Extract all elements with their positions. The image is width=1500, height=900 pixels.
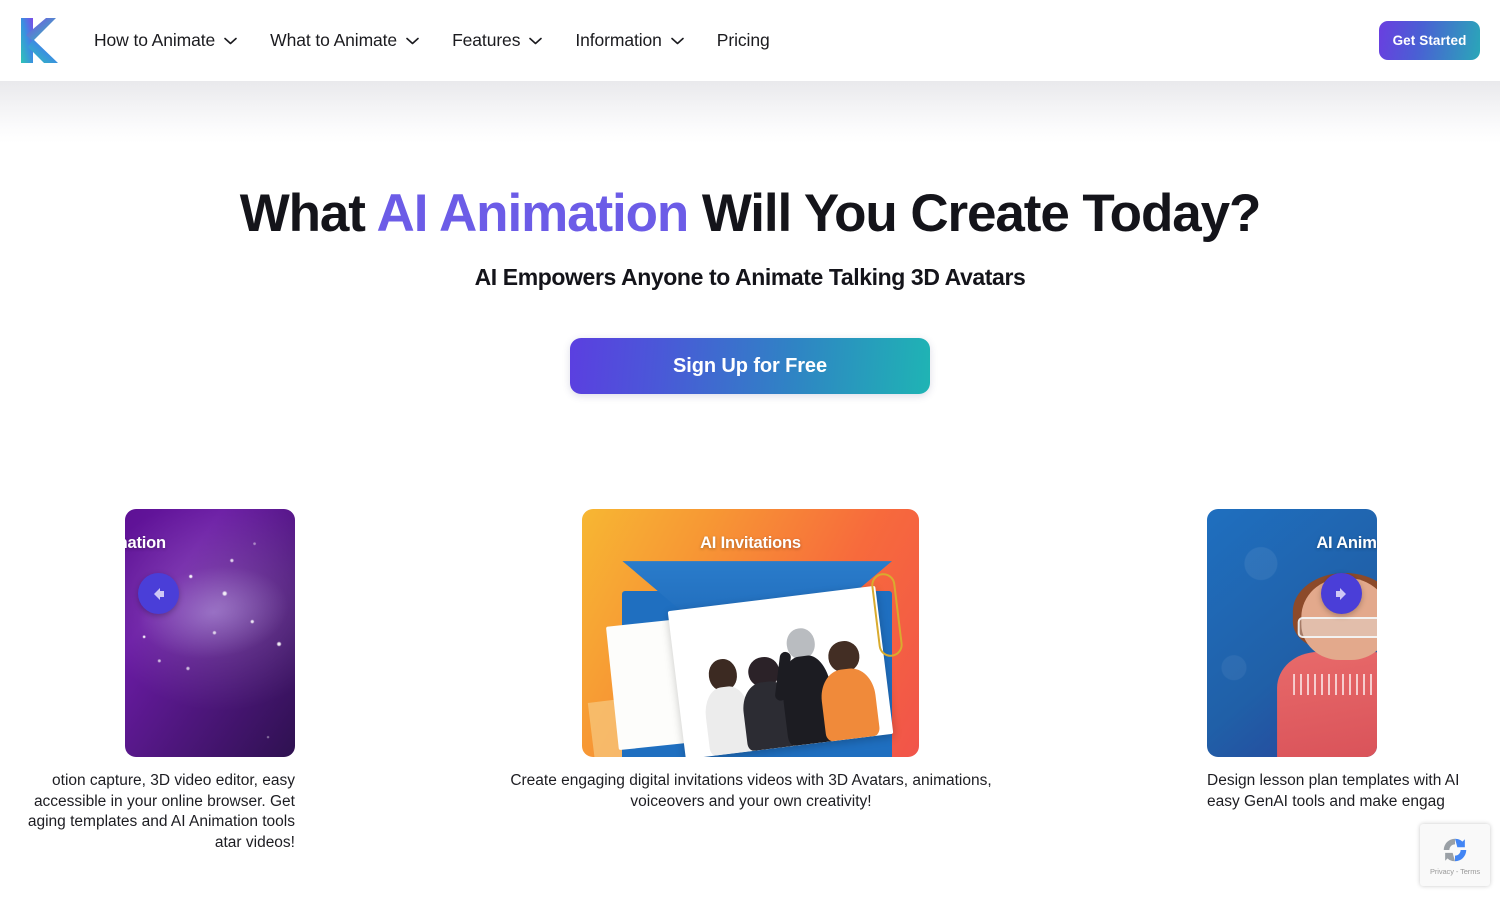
carousel-slide-education[interactable]: AI Animation fo Design lesson plan templ… [1207,509,1459,812]
caption-line: accessible in your online browser. Get [33,792,295,810]
nav-item-how-to-animate[interactable]: How to Animate [94,30,237,51]
carousel-card[interactable]: AI Invitations [582,509,919,757]
recaptcha-icon [1443,838,1467,861]
nav-item-features[interactable]: Features [452,30,543,51]
card-artwork-education: AI Animation fo [1207,509,1377,757]
nav-item-information[interactable]: Information [575,30,684,51]
sign-up-for-free-button[interactable]: Sign Up for Free [570,338,930,395]
page-title: What AI Animation Will You Create Today? [0,184,1500,243]
page-root: How to Animate What to Animate Features … [0,0,1500,900]
caption-line: voiceovers and your own creativity! [630,792,872,810]
teacher-body [1277,651,1377,757]
avatar-photo [668,586,894,757]
chevron-down-icon [529,37,543,44]
glasses-icon [1297,617,1377,639]
caption-line: Create engaging digital invitations vide… [510,772,992,789]
card-artwork-magic: Animation [125,509,295,757]
hero-title-accent: AI Animation [376,184,690,243]
get-started-button[interactable]: Get Started [1379,21,1480,60]
nav-label: Features [452,30,521,50]
carousel-card[interactable]: AI Animation fo [1207,509,1377,757]
caption-line: otion capture, 3D video editor, easy [52,772,295,789]
avatar-figure [815,638,882,742]
nav-item-pricing[interactable]: Pricing [717,30,770,51]
site-logo[interactable] [16,16,64,65]
arrow-left-icon [154,587,164,600]
recaptcha-badge[interactable]: Privacy - Terms [1420,824,1490,886]
chevron-down-icon [670,37,684,44]
carousel-caption: Design lesson plan templates with AI eas… [1207,771,1500,812]
nav-item-what-to-animate[interactable]: What to Animate [270,30,419,51]
feature-carousel: Animation otion capture, 3D video editor… [0,509,1500,869]
nav-label: What to Animate [270,30,398,50]
carousel-caption: Create engaging digital invitations vide… [471,771,1031,812]
site-header: How to Animate What to Animate Features … [0,0,1500,81]
carousel-card[interactable]: Animation [125,509,295,757]
header-shadow-band [0,81,1500,143]
card-title: AI Animation fo [1316,534,1377,552]
caption-line: Design lesson plan templates with AI [1207,772,1460,789]
card-title: AI Invitations [700,534,801,552]
chevron-down-icon [224,37,237,44]
carousel-next-button[interactable] [1321,573,1362,614]
card-title: Animation [125,534,166,552]
hero-subtitle: AI Empowers Anyone to Animate Talking 3D… [474,264,1026,291]
carousel-slide-magic[interactable]: Animation otion capture, 3D video editor… [28,509,295,853]
carousel-caption: otion capture, 3D video editor, easy acc… [0,771,295,853]
hero-section: What AI Animation Will You Create Today?… [0,143,1500,395]
hero-title-part2: Will You Create Today? [688,184,1262,243]
nav-label: Pricing [716,30,770,50]
caption-line: aging templates and AI Animation tools [27,813,295,831]
carousel-slide-invitations[interactable]: AI Invitations Create engaging digital i… [510,509,992,812]
nav-label: Information [575,30,662,50]
card-artwork-invitations: AI Invitations [582,509,919,757]
logo-k-icon [21,18,58,63]
caption-line: atar videos! [214,833,295,851]
caption-line: easy GenAI tools and make engag [1207,792,1445,810]
main-navigation: How to Animate What to Animate Features … [94,0,770,81]
carousel-prev-button[interactable] [138,573,179,614]
arrow-right-icon [1336,587,1346,600]
cta-container: Sign Up for Free [0,338,1500,395]
hero-title-part1: What [239,184,377,243]
nav-label: How to Animate [94,30,216,50]
sweater-pattern [1293,673,1377,696]
recaptcha-label: Privacy - Terms [1429,866,1481,876]
chevron-down-icon [406,37,419,44]
